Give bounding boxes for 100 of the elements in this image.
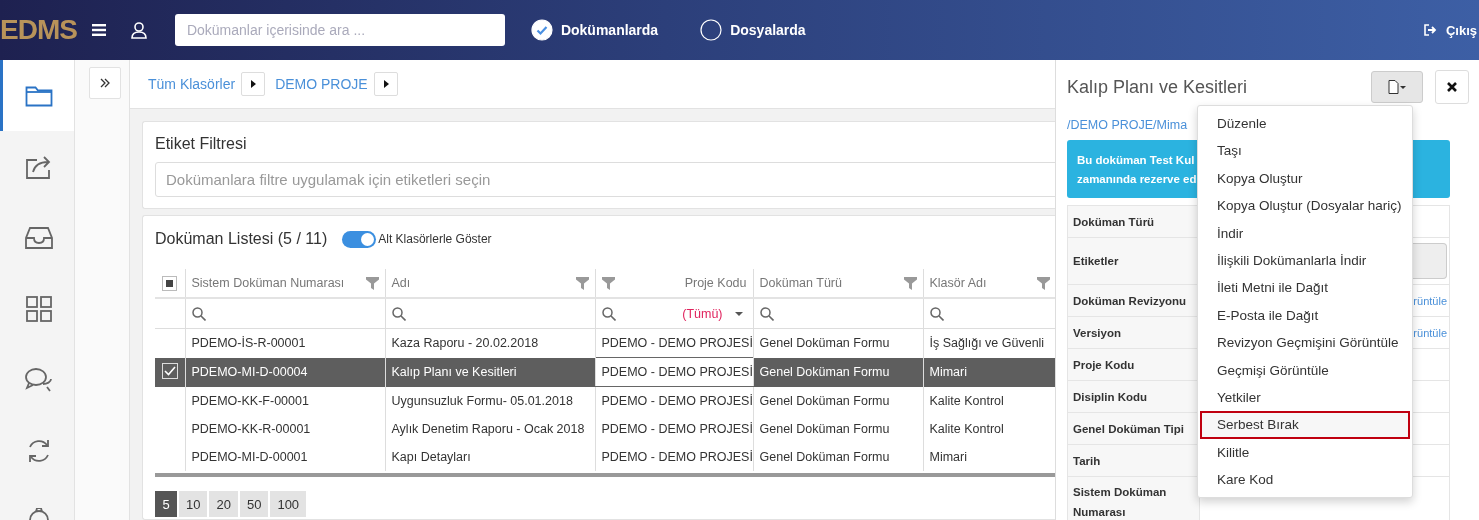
table-row[interactable]: PDEMO-MI-D-00004 Kalıp Planı ve Kesitleri PDEMO - DEMO PROJESİ Genel Doküman Formu Mimari (155, 357, 1055, 387)
grid-icon (25, 295, 52, 322)
breadcrumb-caret-button[interactable] (373, 72, 398, 96)
caret-icon (250, 80, 257, 88)
menu-item[interactable]: Düzenle (1200, 110, 1410, 138)
filter-icon[interactable] (365, 276, 379, 290)
filter-icon[interactable] (601, 276, 615, 290)
search-icon[interactable] (191, 306, 206, 321)
table-cell: Kapı Detayları (385, 443, 595, 471)
property-label: Sistem Doküman Numarası (1073, 485, 1168, 520)
share-icon (24, 153, 53, 180)
document-caret-icon (1388, 80, 1406, 94)
property-label: Etiketler (1073, 254, 1119, 269)
page-size-button[interactable]: 50 (239, 491, 269, 517)
page-size-button[interactable]: 20 (209, 491, 238, 517)
menu-icon[interactable] (91, 24, 106, 36)
document-menu-button[interactable] (1371, 71, 1423, 103)
property-label: Proje Kodu (1073, 357, 1135, 373)
select-all-checkbox[interactable] (162, 275, 178, 291)
detail-title: Kalıp Planı ve Kesitleri (1067, 76, 1249, 98)
menu-item[interactable]: Yetkiler (1200, 383, 1410, 412)
table-cell: Genel Doküman Formu (753, 328, 923, 358)
column-header[interactable]: Doküman Türü (753, 269, 923, 298)
filter-dropdown[interactable]: (Tümü) (682, 306, 747, 321)
property-label: Genel Doküman Tipi (1073, 421, 1184, 437)
table-cell: Uygunsuzluk Formu- 05.01.2018 (385, 386, 595, 415)
table-cell: PDEMO-MI-D-00001 (185, 443, 385, 471)
menu-item[interactable]: İleti Metni ile Dağıt (1200, 274, 1410, 302)
card-title: Doküman Listesi (5 / 11) (155, 230, 328, 248)
menu-item[interactable]: Serbest Bırak (1200, 411, 1410, 439)
tag-filter-field[interactable]: Dokümanlara filtre uygulamak için etiketleri seçin (155, 162, 1055, 197)
menu-item[interactable]: Kilitle (1200, 438, 1410, 467)
chat-icon (24, 366, 53, 393)
page-size-button[interactable]: 10 (179, 491, 208, 517)
page-size-button[interactable]: 100 (270, 491, 307, 517)
table-cell: Genel Doküman Formu (753, 386, 923, 415)
menu-item[interactable]: İlişkili Dokümanlarla İndir (1200, 246, 1410, 275)
search-icon[interactable] (929, 306, 944, 321)
alert-text: Bu doküman Test Kul (1077, 153, 1195, 166)
close-button[interactable] (1435, 70, 1469, 104)
view-link[interactable]: rüntüle (1413, 326, 1447, 339)
logo: EDMS (0, 14, 78, 46)
table-cell: Aylık Denetim Raporu - Ocak 2018 (385, 415, 595, 443)
breadcrumb-link[interactable]: Tüm Klasörler (148, 76, 236, 92)
check-icon[interactable] (161, 362, 178, 379)
table-cell: PDEMO-İS-R-00001 (185, 328, 385, 358)
scope-radio[interactable]: Dosyalarda (700, 19, 806, 41)
property-label: Disiplin Kodu (1073, 389, 1148, 405)
table-cell: PDEMO - DEMO PROJESİ (595, 357, 753, 387)
user-icon[interactable] (129, 21, 148, 39)
menu-item[interactable]: E-Posta ile Dağıt (1200, 301, 1410, 330)
toggle-label: Alt Klasörlerle Göster (378, 232, 492, 246)
close-icon (1447, 82, 1457, 92)
radio-icon[interactable] (700, 19, 723, 41)
scope-radio[interactable]: Dokümanlarda (530, 19, 659, 41)
card-title: Etiket Filtresi (155, 134, 248, 154)
table-cell: Kalıp Planı ve Kesitleri (385, 357, 595, 387)
table-cell: PDEMO - DEMO PROJESİ (595, 386, 753, 415)
breadcrumb-caret-button[interactable] (241, 72, 266, 96)
property-label: Tarih (1073, 453, 1101, 469)
property-label: Doküman Türü (1073, 214, 1155, 230)
menu-item[interactable]: İndir (1200, 219, 1410, 247)
table-cell: PDEMO-KK-F-00001 (185, 386, 385, 415)
column-header[interactable]: Proje Kodu (595, 269, 753, 298)
view-link[interactable]: rüntüle (1413, 294, 1447, 307)
table-cell: Genel Doküman Formu (753, 357, 923, 387)
menu-item[interactable]: Revizyon Geçmişini Görüntüle (1200, 329, 1410, 357)
table-cell: Genel Doküman Formu (753, 443, 923, 471)
radio-icon[interactable] (530, 19, 553, 41)
menu-item[interactable]: Kopya Oluştur (Dosyalar hariç) (1200, 192, 1410, 220)
table-cell: Genel Doküman Formu (753, 415, 923, 443)
search-icon[interactable] (759, 306, 774, 321)
menu-item[interactable]: Kopya Oluştur (1200, 164, 1410, 193)
caret-icon (382, 80, 389, 88)
column-header[interactable]: Adı (385, 269, 595, 298)
table-cell: PDEMO-MI-D-00004 (185, 357, 385, 387)
caret-icon (734, 311, 743, 316)
property-label: Doküman Revizyonu (1073, 293, 1187, 309)
filter-icon[interactable] (575, 276, 589, 290)
menu-item[interactable]: Kare Kod (1200, 466, 1410, 494)
table-cell: PDEMO - DEMO PROJESİ (595, 443, 753, 471)
filter-icon[interactable] (903, 276, 917, 290)
page-size-button[interactable]: 5 (155, 491, 177, 517)
table-cell: Mimari (923, 357, 1055, 387)
column-header[interactable]: Sistem Doküman Numarası (185, 269, 385, 298)
sidebar-item[interactable] (0, 60, 74, 132)
table-cell: Kaza Raporu - 20.02.2018 (385, 328, 595, 358)
alert-text: zamanında rezerve ed (1077, 172, 1197, 185)
search-field[interactable]: Dokümanlar içerisinde ara ... (174, 14, 505, 46)
table-cell: PDEMO-KK-R-00001 (185, 415, 385, 443)
filter-icon[interactable] (1037, 276, 1050, 290)
menu-item[interactable]: Geçmişi Görüntüle (1200, 356, 1410, 384)
logout-link[interactable]: Çıkış (1423, 22, 1477, 38)
table-cell: PDEMO - DEMO PROJESİ (595, 415, 753, 443)
toggle-switch[interactable] (342, 230, 377, 248)
property-label: Versiyon (1073, 325, 1121, 341)
menu-item[interactable]: Taşı (1200, 137, 1410, 165)
logout-icon (1423, 24, 1437, 36)
search-icon[interactable] (391, 306, 406, 321)
search-icon[interactable] (601, 306, 616, 321)
